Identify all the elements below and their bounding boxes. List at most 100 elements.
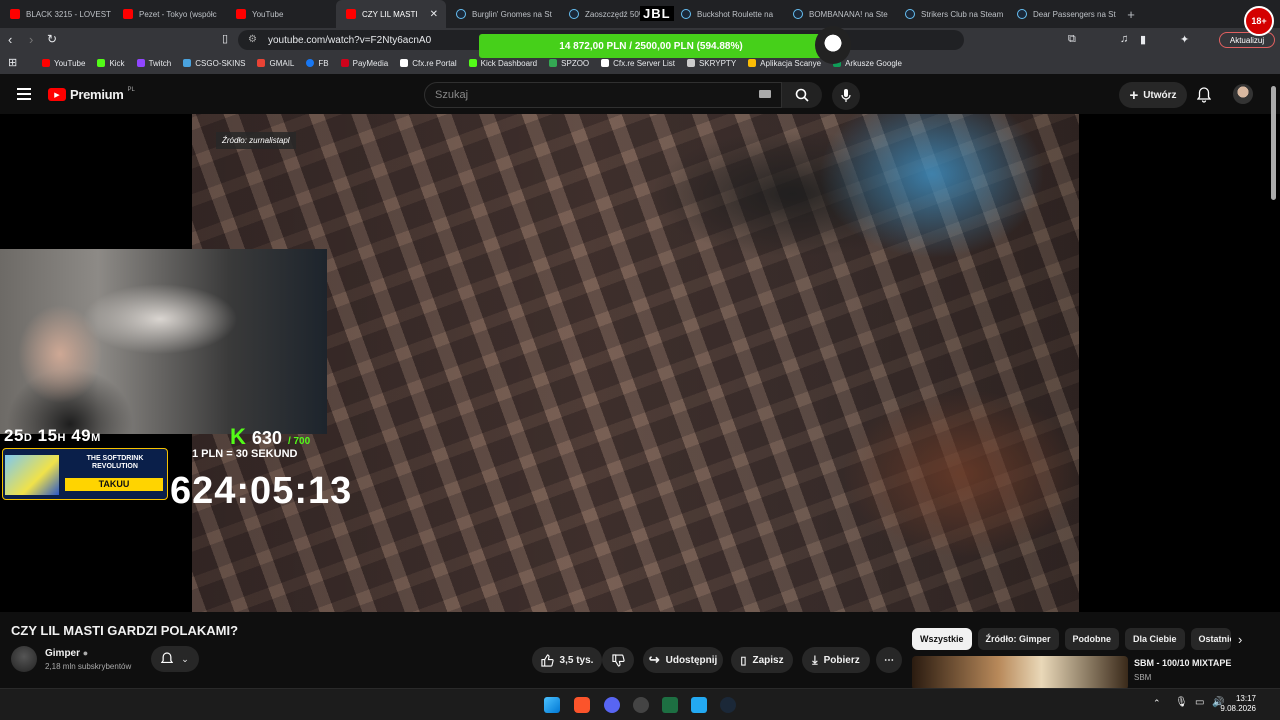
- related-filter-chips: Wszystkie Źródło: Gimper Podobne Dla Cie…: [912, 628, 1231, 650]
- logo-region: PL: [127, 86, 135, 93]
- system-clock[interactable]: 13:17 9.08.2026: [1220, 694, 1256, 714]
- recommended-video-title[interactable]: SBM - 100/10 MIXTAPE: [1134, 658, 1231, 668]
- kick-count-value: 630: [251, 428, 282, 448]
- recommended-video-channel[interactable]: SBM: [1134, 673, 1151, 682]
- browser-tab-active[interactable]: CZY LIL MASTI ✕: [336, 0, 446, 28]
- create-label: Utwórz: [1143, 89, 1177, 101]
- browser-tab[interactable]: YouTube: [226, 0, 336, 28]
- browser-tab[interactable]: Pezet - Tokyo (współc: [113, 0, 226, 28]
- save-button[interactable]: ▯ Zapisz: [731, 647, 793, 673]
- verified-icon: ●: [82, 648, 89, 658]
- bookmark-item[interactable]: Twitch: [131, 59, 178, 68]
- paymedia-icon: [340, 59, 349, 67]
- minutes-value: 49: [71, 426, 92, 445]
- bookmark-item[interactable]: CSGO-SKINS: [177, 59, 251, 68]
- chip-for-you[interactable]: Dla Ciebie: [1125, 628, 1185, 650]
- download-label: Pobierz: [823, 654, 860, 666]
- like-button[interactable]: 3,5 tys.: [532, 647, 602, 673]
- steam-icon: [681, 9, 691, 19]
- youtube-premium-logo[interactable]: ▶ Premium PL: [48, 87, 135, 102]
- channel-name[interactable]: Gimper ●: [45, 648, 88, 659]
- bookmark-icon[interactable]: ▯: [222, 32, 228, 45]
- reload-icon[interactable]: ↻: [47, 32, 57, 46]
- brave-browser-icon[interactable]: [574, 697, 590, 713]
- bookmark-item[interactable]: SKRYPTY: [681, 59, 742, 68]
- page-scrollbar[interactable]: [1271, 86, 1276, 200]
- chip-recent[interactable]: Ostatnio: [1190, 628, 1231, 650]
- forward-icon[interactable]: ›: [29, 32, 33, 47]
- chip-source[interactable]: Źródło: Gimper: [977, 628, 1059, 650]
- steam-icon[interactable]: [720, 697, 736, 713]
- bookmark-item[interactable]: SPZOO: [543, 59, 595, 68]
- browser-tab[interactable]: Burglin' Gnomes na St: [446, 0, 559, 28]
- chip-similar[interactable]: Podobne: [1064, 628, 1120, 650]
- bookmark-item[interactable]: Cfx.re Portal: [394, 59, 462, 68]
- share-button[interactable]: ↪ Udostępnij: [643, 647, 723, 673]
- browser-tab[interactable]: Dear Passengers na St: [1007, 0, 1119, 28]
- search-input[interactable]: Szukaj: [424, 82, 782, 108]
- avatar[interactable]: [1233, 84, 1253, 104]
- jbl-logo: JBL: [640, 6, 674, 21]
- keyboard-icon[interactable]: [759, 90, 771, 98]
- bookmark-label: SPZOO: [561, 58, 590, 68]
- bookmark-item[interactable]: PayMedia: [335, 59, 395, 68]
- bookmark-label: Aplikacja Scanye: [760, 58, 822, 68]
- notifications-bell-icon[interactable]: [1197, 87, 1211, 103]
- microphone-icon[interactable]: 🎙: [1175, 697, 1188, 708]
- recommended-video-thumbnail[interactable]: [912, 656, 1128, 690]
- obs-icon[interactable]: [633, 697, 649, 713]
- subathon-timer: 624:05:13: [170, 470, 353, 512]
- back-icon[interactable]: ‹: [8, 32, 12, 47]
- bookmark-item[interactable]: FB: [300, 59, 334, 68]
- search-button[interactable]: [782, 82, 822, 108]
- chevron-right-icon[interactable]: ›: [1238, 632, 1242, 647]
- browser-tab[interactable]: BLACK 3215 - LOVEST: [0, 0, 113, 28]
- browser-tab[interactable]: BOMBANANA! na Ste: [783, 0, 895, 28]
- kick-logo-icon: K: [230, 424, 246, 449]
- more-actions-button[interactable]: ⋯: [876, 647, 902, 673]
- tab-label: Strikers Club na Steam: [921, 9, 1004, 19]
- windows-start-icon[interactable]: [544, 697, 560, 713]
- sparkle-icon[interactable]: ✦: [1180, 33, 1189, 46]
- discord-icon[interactable]: [604, 697, 620, 713]
- tab-label: BLACK 3215 - LOVEST: [26, 9, 111, 19]
- extensions-icon[interactable]: ⧉: [1068, 33, 1076, 46]
- bookmark-label: Cfx.re Server List: [613, 58, 675, 68]
- bookmark-item[interactable]: GMAIL: [251, 59, 300, 68]
- bookmark-item[interactable]: YouTube: [36, 59, 91, 68]
- browser-tab[interactable]: Strikers Club na Steam: [895, 0, 1007, 28]
- windows-taskbar: ⌃ 🎙 ▭ 🔊 13:17 9.08.2026: [0, 688, 1280, 720]
- channel-avatar[interactable]: [11, 646, 37, 672]
- kick-subs-counter: K 630 / 700: [230, 424, 310, 450]
- create-button[interactable]: + Utwórz: [1119, 82, 1187, 108]
- donation-goal-bar: 14 872,00 PLN / 2500,00 PLN (594.88%): [479, 34, 823, 58]
- apps-grid-icon[interactable]: ⊞: [8, 56, 17, 69]
- chip-all[interactable]: Wszystkie: [912, 628, 972, 650]
- update-button[interactable]: Aktualizuj: [1219, 32, 1275, 48]
- dislike-button[interactable]: [602, 647, 634, 673]
- download-button[interactable]: ⤓ Pobierz: [802, 647, 870, 673]
- steam-icon: [905, 9, 915, 19]
- donation-rate: 1 PLN = 30 SEKUND: [192, 448, 298, 460]
- bookmark-item[interactable]: Kick: [91, 59, 130, 68]
- voice-search-button[interactable]: [832, 82, 860, 110]
- microphone-icon: [841, 89, 851, 102]
- bell-icon: [161, 652, 174, 664]
- like-count: 3,5 tys.: [559, 654, 594, 666]
- bookmark-item[interactable]: Aplikacja Scanye: [742, 59, 827, 68]
- vscode-icon[interactable]: [691, 697, 707, 713]
- new-tab-icon[interactable]: +: [1119, 7, 1143, 22]
- music-icon[interactable]: ♫: [1120, 33, 1128, 45]
- bookmark-item[interactable]: Cfx.re Server List: [595, 59, 681, 68]
- menu-icon[interactable]: [17, 88, 31, 100]
- network-icon[interactable]: ▭: [1195, 697, 1204, 708]
- close-icon[interactable]: ✕: [430, 9, 438, 20]
- site-info-icon[interactable]: ⚙: [248, 34, 257, 45]
- sidebar-icon[interactable]: ▮: [1140, 33, 1146, 46]
- tray-chevron-up-icon[interactable]: ⌃: [1153, 698, 1161, 709]
- video-player[interactable]: Źródło: zurnalistapl 25D 15H 49M K 630 /…: [0, 114, 1280, 612]
- subscription-bell-button[interactable]: ⌄: [151, 646, 199, 672]
- browser-tab[interactable]: Buckshot Roulette na: [671, 0, 783, 28]
- excel-icon[interactable]: [662, 697, 678, 713]
- bookmark-item[interactable]: Kick Dashboard: [463, 59, 543, 68]
